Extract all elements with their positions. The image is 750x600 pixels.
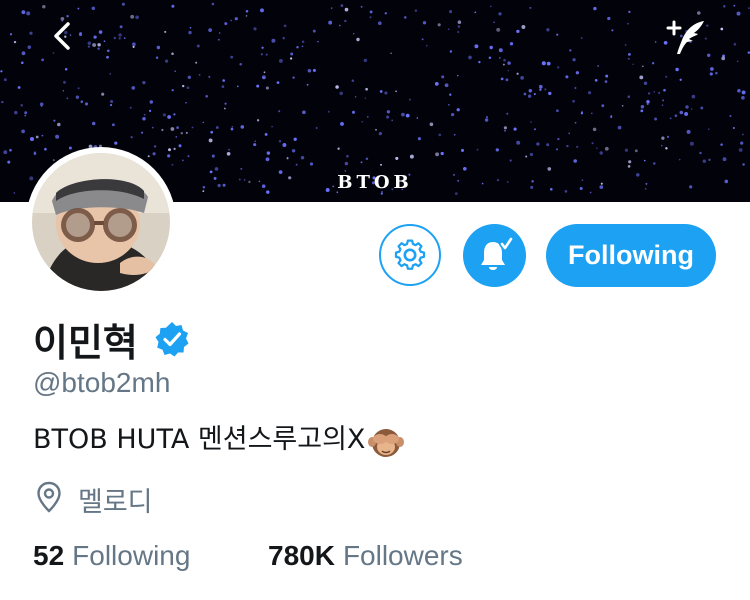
settings-button[interactable] (379, 224, 441, 286)
location-text: 멜로디 (78, 487, 153, 518)
followers-label: Followers (342, 540, 463, 571)
compose-tweet-button[interactable] (660, 14, 710, 58)
gear-icon (394, 239, 426, 270)
following-count: 52 (33, 540, 65, 571)
followers-count: 780K (268, 540, 335, 571)
following-label: Following (72, 540, 191, 571)
following-stat[interactable]: 52 Following (33, 540, 190, 572)
bio: BTOB HUTA 멘션스루고의X (33, 417, 405, 458)
notifications-button[interactable] (463, 224, 526, 287)
compose-tweet-icon (666, 20, 704, 54)
followers-stat[interactable]: 780K Followers (268, 540, 463, 572)
following-button[interactable]: Following (546, 224, 716, 287)
bell-check-icon (480, 235, 514, 270)
chevron-left-icon (54, 22, 70, 50)
avatar-photo (32, 153, 170, 291)
bio-text: BTOB HUTA 멘션스루고의X (33, 424, 366, 455)
verified-badge-icon (155, 322, 189, 357)
user-handle: @btob2mh (33, 367, 171, 398)
avatar[interactable] (26, 147, 176, 297)
location-pin-icon (37, 481, 61, 513)
display-name: 이민혁 (33, 321, 138, 365)
see-no-evil-monkey-emoji (368, 428, 405, 457)
back-button[interactable] (44, 14, 84, 58)
